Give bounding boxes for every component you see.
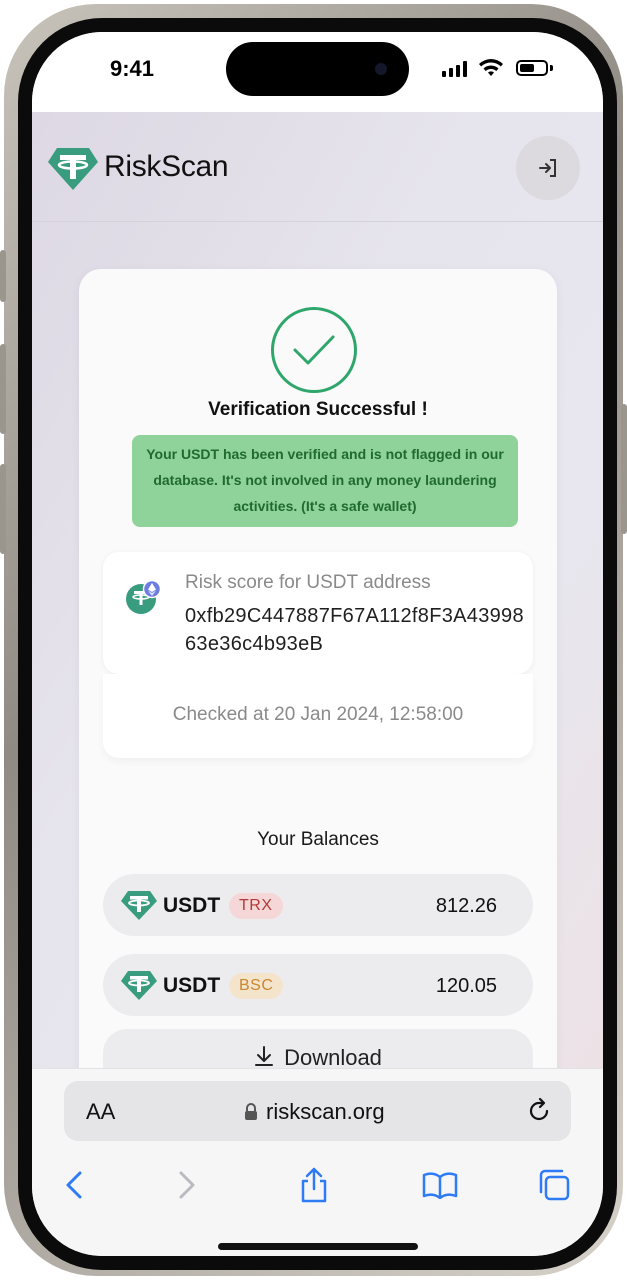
safe-wallet-notice: Your USDT has been verified and is not f… <box>132 435 518 527</box>
back-button[interactable] <box>54 1165 94 1205</box>
home-indicator[interactable] <box>218 1243 418 1250</box>
web-content: RiskScan Verification Successful ! Your … <box>32 112 603 1068</box>
tether-icon <box>121 971 157 1000</box>
success-check-icon <box>271 307 357 393</box>
bookmarks-button[interactable] <box>420 1165 460 1205</box>
network-badge: BSC <box>229 973 284 999</box>
front-camera <box>375 63 387 75</box>
log-in-icon <box>539 159 556 177</box>
text-size-button[interactable]: AA <box>86 1099 115 1125</box>
verification-card: Verification Successful ! Your USDT has … <box>79 269 557 1068</box>
lock-icon <box>245 1103 257 1120</box>
balance-row-usdt-bsc[interactable]: USDT BSC 120.05 <box>103 954 533 1016</box>
chevron-right-icon <box>179 1171 195 1199</box>
balance-amount: 120.05 <box>435 975 497 997</box>
forward-button[interactable] <box>167 1165 207 1205</box>
action-button <box>0 250 6 302</box>
status-bar: 9:41 <box>32 32 603 112</box>
address-label: Risk score for USDT address <box>185 572 431 593</box>
dynamic-island <box>226 42 409 96</box>
site-header: RiskScan <box>32 112 603 222</box>
wallet-address: 0xfb29C447887F67A112f8F3A4399863e36c4b93… <box>185 605 524 655</box>
reload-icon[interactable] <box>525 1097 553 1125</box>
browser-toolbar: AA riskscan.org <box>32 1068 603 1256</box>
phone-screen: 9:41 RiskScan Verification Successful ! … <box>32 32 603 1256</box>
share-button[interactable] <box>294 1165 334 1205</box>
wifi-icon <box>479 59 503 76</box>
checked-timestamp: Checked at 20 Jan 2024, 12:58:00 <box>172 704 464 725</box>
network-badge: TRX <box>229 893 283 919</box>
share-icon <box>301 1167 327 1203</box>
tabs-button[interactable] <box>534 1165 574 1205</box>
verification-title: Verification Successful ! <box>208 399 428 420</box>
url-text: riskscan.org <box>266 1099 385 1124</box>
tabs-icon <box>539 1169 570 1201</box>
volume-down-button <box>0 464 6 554</box>
token-name: USDT <box>163 974 221 997</box>
address-bar[interactable]: AA riskscan.org <box>64 1081 571 1141</box>
download-label: Download <box>284 1045 382 1068</box>
tether-icon <box>121 891 157 920</box>
balance-amount: 812.26 <box>435 895 497 917</box>
status-time: 9:41 <box>110 56 155 81</box>
login-button[interactable] <box>516 136 580 200</box>
chevron-left-icon <box>66 1171 82 1199</box>
power-button <box>621 404 627 534</box>
address-box: Risk score for USDT address 0xfb29C44788… <box>103 552 533 674</box>
checked-timestamp-box: Checked at 20 Jan 2024, 12:58:00 <box>103 674 533 758</box>
download-button[interactable]: Download <box>103 1029 533 1068</box>
balances-title: Your Balances <box>257 829 379 850</box>
tether-logo-icon <box>48 148 98 190</box>
download-icon <box>255 1046 274 1066</box>
site-name: RiskScan <box>104 150 229 183</box>
token-name: USDT <box>163 894 221 917</box>
volume-up-button <box>0 344 6 434</box>
book-icon <box>422 1172 458 1199</box>
balance-row-usdt-trx[interactable]: USDT TRX 812.26 <box>103 874 533 936</box>
battery-icon <box>516 60 548 76</box>
usdt-eth-token-icon <box>126 580 161 614</box>
cellular-signal-icon <box>442 61 467 77</box>
